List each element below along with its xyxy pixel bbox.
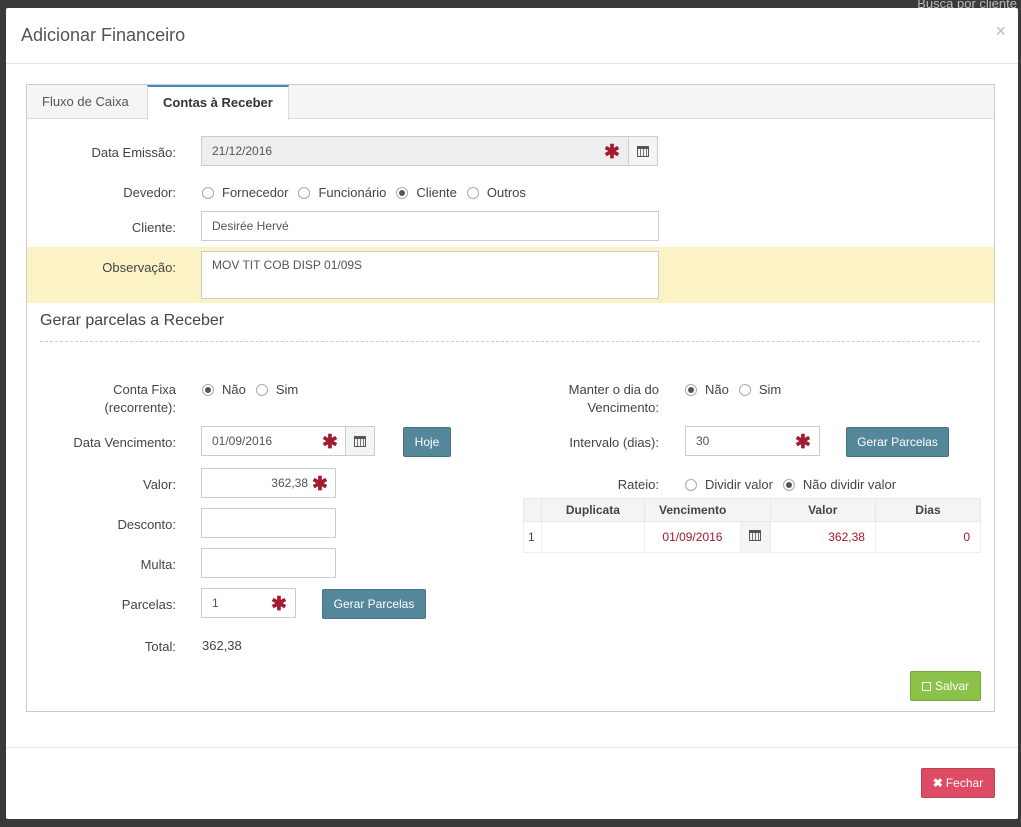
parcelas-label: Parcelas: xyxy=(121,597,176,612)
radio-selected-icon xyxy=(396,186,409,199)
manter-dia-option-nao[interactable]: Não xyxy=(685,382,729,397)
observacao-label: Observação: xyxy=(102,260,176,275)
observacao-row: Observação: MOV TIT COB DISP 01/09S xyxy=(27,247,994,303)
radio-icon xyxy=(255,383,268,396)
table-header-vencimento: Vencimento xyxy=(644,498,741,522)
parcelas-table: Duplicata Vencimento Valor Dias 1 01/09/… xyxy=(523,498,982,553)
devedor-label: Devedor: xyxy=(123,185,176,200)
devedor-option-outros[interactable]: Outros xyxy=(466,185,526,200)
total-label: Total: xyxy=(144,639,176,654)
table-header-valor: Valor xyxy=(769,498,876,522)
calendar-icon xyxy=(354,435,366,447)
tabs-bar: Fluxo de Caixa Contas à Receber xyxy=(27,85,994,120)
gerar-parcelas-button-top[interactable]: Gerar Parcelas xyxy=(846,427,949,457)
cliente-label: Cliente: xyxy=(131,220,176,235)
calendar-icon xyxy=(637,145,649,157)
desconto-label: Desconto: xyxy=(117,517,176,532)
cliente-input[interactable]: Desirée Hervé xyxy=(201,211,659,241)
table-header-calendar xyxy=(740,498,771,522)
radio-icon xyxy=(738,383,751,396)
modal-header: Adicionar Financeiro × xyxy=(6,8,1018,64)
devedor-option-cliente[interactable]: Cliente xyxy=(396,185,457,200)
devedor-option-fornecedor[interactable]: Fornecedor xyxy=(202,185,288,200)
devedor-radio-group: Fornecedor Funcionário Cliente Outros xyxy=(202,185,536,200)
radio-icon xyxy=(685,478,697,491)
row-dias[interactable]: 0 xyxy=(874,521,982,553)
table-header-duplicata: Duplicata xyxy=(540,498,646,522)
radio-icon xyxy=(298,186,311,199)
data-emissao-input[interactable]: 21/12/2016 xyxy=(201,136,629,166)
intervalo-label: Intervalo (dias): xyxy=(569,435,659,450)
data-emissao-calendar-button[interactable] xyxy=(628,136,658,166)
manter-dia-option-sim[interactable]: Sim xyxy=(738,382,781,397)
required-star-icon: ✱ xyxy=(604,142,620,163)
conta-fixa-label: Conta Fixa (recorrente): xyxy=(104,382,176,415)
conta-fixa-radio-group: Não Sim xyxy=(202,382,308,397)
multa-label: Multa: xyxy=(140,557,176,572)
rateio-label: Rateio: xyxy=(617,477,659,492)
radio-selected-icon xyxy=(685,383,697,396)
observacao-textarea[interactable]: MOV TIT COB DISP 01/09S xyxy=(201,251,659,299)
required-star-icon: ✱ xyxy=(312,474,328,495)
table-row: 1 01/09/2016 362,38 0 xyxy=(523,521,982,553)
section-divider xyxy=(40,341,980,342)
valor-label: Valor: xyxy=(143,477,176,492)
tab-panel: Fluxo de Caixa Contas à Receber Data Emi… xyxy=(26,84,995,712)
tab-fluxo-de-caixa[interactable]: Fluxo de Caixa xyxy=(27,85,144,119)
calendar-icon xyxy=(749,530,762,541)
multa-input[interactable] xyxy=(201,548,336,578)
manter-dia-label: Manter o dia do Vencimento: xyxy=(568,382,659,415)
gerar-parcelas-button[interactable]: Gerar Parcelas xyxy=(322,589,426,619)
row-duplicata[interactable] xyxy=(540,521,646,553)
radio-icon xyxy=(466,186,479,199)
required-star-icon: ✱ xyxy=(322,432,338,453)
data-vencimento-label: Data Vencimento: xyxy=(73,435,176,450)
add-financeiro-modal: Adicionar Financeiro × Fluxo de Caixa Co… xyxy=(6,8,1018,819)
tab-contas-a-receber[interactable]: Contas à Receber xyxy=(147,85,289,120)
fechar-button[interactable]: ✖ Fechar xyxy=(921,768,995,798)
row-vencimento[interactable]: 01/09/2016 xyxy=(644,521,741,553)
table-header-row: Duplicata Vencimento Valor Dias xyxy=(523,498,982,522)
rateio-radio-group: Dividir valor Não dividir valor xyxy=(685,477,906,492)
required-star-icon: ✱ xyxy=(271,594,287,615)
conta-fixa-option-nao[interactable]: Não xyxy=(202,382,246,397)
required-star-icon: ✱ xyxy=(795,432,811,453)
data-vencimento-calendar-button[interactable] xyxy=(345,426,375,456)
close-icon[interactable]: × xyxy=(995,21,1006,42)
table-header-index xyxy=(523,498,542,522)
desconto-input[interactable] xyxy=(201,508,336,538)
row-index: 1 xyxy=(523,521,542,553)
section-title: Gerar parcelas a Receber xyxy=(40,312,225,329)
table-header-dias: Dias xyxy=(874,498,982,522)
radio-selected-icon xyxy=(782,478,795,491)
modal-footer: ✖ Fechar xyxy=(6,747,1018,819)
salvar-button[interactable]: Salvar xyxy=(910,671,981,701)
radio-selected-icon xyxy=(202,383,214,396)
devedor-option-funcionario[interactable]: Funcionário xyxy=(298,185,386,200)
manter-dia-radio-group: Não Sim xyxy=(685,382,791,397)
rateio-option-dividir[interactable]: Dividir valor xyxy=(685,477,773,492)
rateio-option-nao-dividir[interactable]: Não dividir valor xyxy=(782,477,896,492)
data-emissao-label: Data Emissão: xyxy=(91,145,176,160)
row-calendar-button[interactable] xyxy=(739,521,771,553)
conta-fixa-option-sim[interactable]: Sim xyxy=(255,382,298,397)
radio-icon xyxy=(202,186,214,199)
row-valor[interactable]: 362,38 xyxy=(769,521,876,553)
save-icon xyxy=(921,682,931,691)
modal-title: Adicionar Financeiro xyxy=(21,25,186,45)
total-value: 362,38 xyxy=(202,638,242,653)
close-icon: ✖ xyxy=(932,776,943,790)
hoje-button[interactable]: Hoje xyxy=(403,427,451,457)
